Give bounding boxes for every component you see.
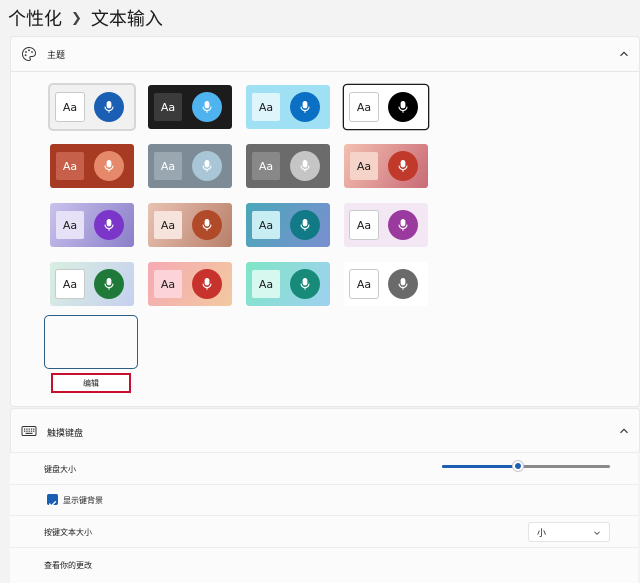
show-key-background-label: 显示键背景 [63, 496, 103, 505]
key-preview: Aa [154, 211, 182, 239]
key-preview: Aa [56, 152, 84, 180]
key-preview: Aa [56, 270, 84, 298]
key-preview: Aa [252, 211, 280, 239]
microphone-icon [94, 92, 124, 122]
theme-tile[interactable]: Aa [148, 144, 232, 188]
key-preview: Aa [252, 270, 280, 298]
key-text-size-select[interactable]: 小 [528, 522, 610, 542]
microphone-icon [290, 92, 320, 122]
palette-icon [22, 46, 37, 62]
key-preview: Aa [350, 211, 378, 239]
keyboard-size-slider[interactable] [442, 461, 610, 471]
selected-theme-outline [44, 315, 138, 369]
theme-tile[interactable]: Aa [50, 85, 134, 129]
touch-keyboard-header[interactable]: 触摸键盘 [10, 408, 640, 454]
key-preview: Aa [350, 270, 378, 298]
theme-tile[interactable]: Aa [148, 262, 232, 306]
microphone-icon [290, 269, 320, 299]
theme-tile[interactable]: Aa [246, 144, 330, 188]
breadcrumb: 个性化 ❯ 文本输入 [8, 4, 163, 32]
microphone-icon [388, 269, 418, 299]
keyboard-size-label: 键盘大小 [44, 465, 76, 474]
chevron-right-icon: ❯ [71, 10, 82, 26]
microphone-icon [388, 151, 418, 181]
theme-tile[interactable]: Aa [344, 144, 428, 188]
theme-tile[interactable]: Aa [50, 203, 134, 247]
view-changes-label: 查看你的更改 [44, 561, 92, 570]
keyboard-size-row: 键盘大小 [10, 452, 638, 485]
show-key-background-row: 显示键背景 [10, 484, 638, 516]
key-preview: Aa [154, 152, 182, 180]
key-preview: Aa [154, 93, 182, 121]
key-text-size-label: 按键文本大小 [44, 528, 92, 537]
theme-tile[interactable]: Aa [344, 262, 428, 306]
chevron-up-icon[interactable] [619, 426, 629, 436]
microphone-icon [94, 269, 124, 299]
page-title: 文本输入 [90, 9, 163, 30]
checkmark-icon [48, 500, 57, 507]
theme-tile[interactable]: Aa [344, 203, 428, 247]
theme-tile[interactable]: Aa [148, 203, 232, 247]
key-preview: Aa [252, 152, 280, 180]
microphone-icon [290, 210, 320, 240]
theme-tile[interactable]: Aa [246, 262, 330, 306]
key-preview: Aa [350, 152, 378, 180]
keyboard-icon [21, 426, 37, 436]
theme-tile[interactable]: Aa [50, 262, 134, 306]
theme-title: 主题 [47, 50, 66, 61]
key-preview: Aa [56, 211, 84, 239]
chevron-up-icon[interactable] [619, 49, 629, 59]
microphone-icon [192, 151, 222, 181]
slider-fill [442, 465, 518, 468]
microphone-icon [290, 151, 320, 181]
microphone-icon [192, 210, 222, 240]
key-preview: Aa [154, 270, 182, 298]
view-changes-row[interactable]: 查看你的更改 [10, 547, 638, 583]
theme-header[interactable]: 主题 [11, 37, 639, 72]
edit-button[interactable]: 编辑 [51, 373, 131, 393]
theme-tile[interactable]: Aa [148, 85, 232, 129]
breadcrumb-parent[interactable]: 个性化 [8, 5, 62, 31]
key-preview: Aa [252, 93, 280, 121]
microphone-icon [94, 210, 124, 240]
microphone-icon [192, 269, 222, 299]
theme-tile[interactable]: Aa [50, 144, 134, 188]
microphone-icon [94, 151, 124, 181]
microphone-icon [388, 210, 418, 240]
theme-tile[interactable]: Aa [246, 203, 330, 247]
chevron-down-icon [594, 531, 600, 536]
theme-tile[interactable]: Aa [344, 85, 428, 129]
key-preview: Aa [350, 93, 378, 121]
microphone-icon [388, 92, 418, 122]
microphone-icon [192, 92, 222, 122]
slider-thumb[interactable] [512, 461, 523, 471]
key-preview: Aa [56, 93, 84, 121]
theme-tile[interactable]: Aa [246, 85, 330, 129]
key-text-size-value: 小 [537, 528, 547, 539]
touch-keyboard-title: 触摸键盘 [47, 429, 84, 439]
show-key-background-checkbox[interactable] [47, 494, 58, 507]
